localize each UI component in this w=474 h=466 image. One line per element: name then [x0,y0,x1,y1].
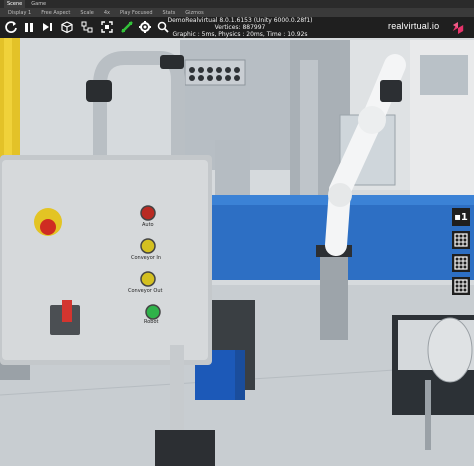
3d-scene-view[interactable] [0,0,474,466]
conveyor-in-label: Conveyor In [131,255,162,261]
stats-vertices: Vertices: 887997 [214,24,266,31]
game-view-bar: Display 1 Free Aspect Scale 4x Play Focu… [0,8,474,17]
step-icon[interactable] [40,20,54,34]
conveyor-out-label: Conveyor Out [128,288,163,294]
tab-game[interactable]: Game [31,0,46,8]
editor-tab-strip: Scene Game [0,0,474,8]
stats-toggle[interactable]: Stats [163,10,176,16]
aspect-dropdown[interactable]: Free Aspect [41,10,70,16]
gizmos-toggle[interactable]: Gizmos [185,10,203,16]
camera-preset-button[interactable]: ▪1 [452,208,470,226]
grid-icon [454,256,468,270]
reload-icon[interactable] [4,20,18,34]
realvirtual-logo-icon [452,22,464,34]
scale-value[interactable]: 4x [104,10,110,16]
grid-view-1-button[interactable] [452,231,470,249]
grid-view-3-button[interactable] [452,277,470,295]
robot-label: Robot [144,319,159,325]
stats-version: DemoRealvirtual 8.0.1.6153 (Unity 6000.0… [167,17,313,24]
expand-icon[interactable] [100,20,114,34]
hierarchy-icon[interactable] [80,20,94,34]
grid-icon [454,279,468,293]
auto-label: Auto [142,222,154,228]
pause-icon[interactable] [22,20,36,34]
brand-name: realvirtual.io [388,21,440,31]
grid-icon [454,233,468,247]
scale-label: Scale [80,9,94,16]
camera-preset-label: ▪1 [454,211,468,223]
signal-icon[interactable] [120,20,134,34]
cube-icon[interactable] [60,20,74,34]
grid-view-2-button[interactable] [452,254,470,272]
performance-stats: DemoRealvirtual 8.0.1.6153 (Unity 6000.0… [160,17,320,38]
gear-icon[interactable] [138,20,152,34]
display-dropdown[interactable]: Display 1 [8,10,31,16]
play-focused-dropdown[interactable]: Play Focused [120,10,153,16]
tab-scene[interactable]: Scene [4,0,26,8]
stats-timing: Graphic : 5ms, Physics : 20ms, Time : 10… [172,31,308,38]
